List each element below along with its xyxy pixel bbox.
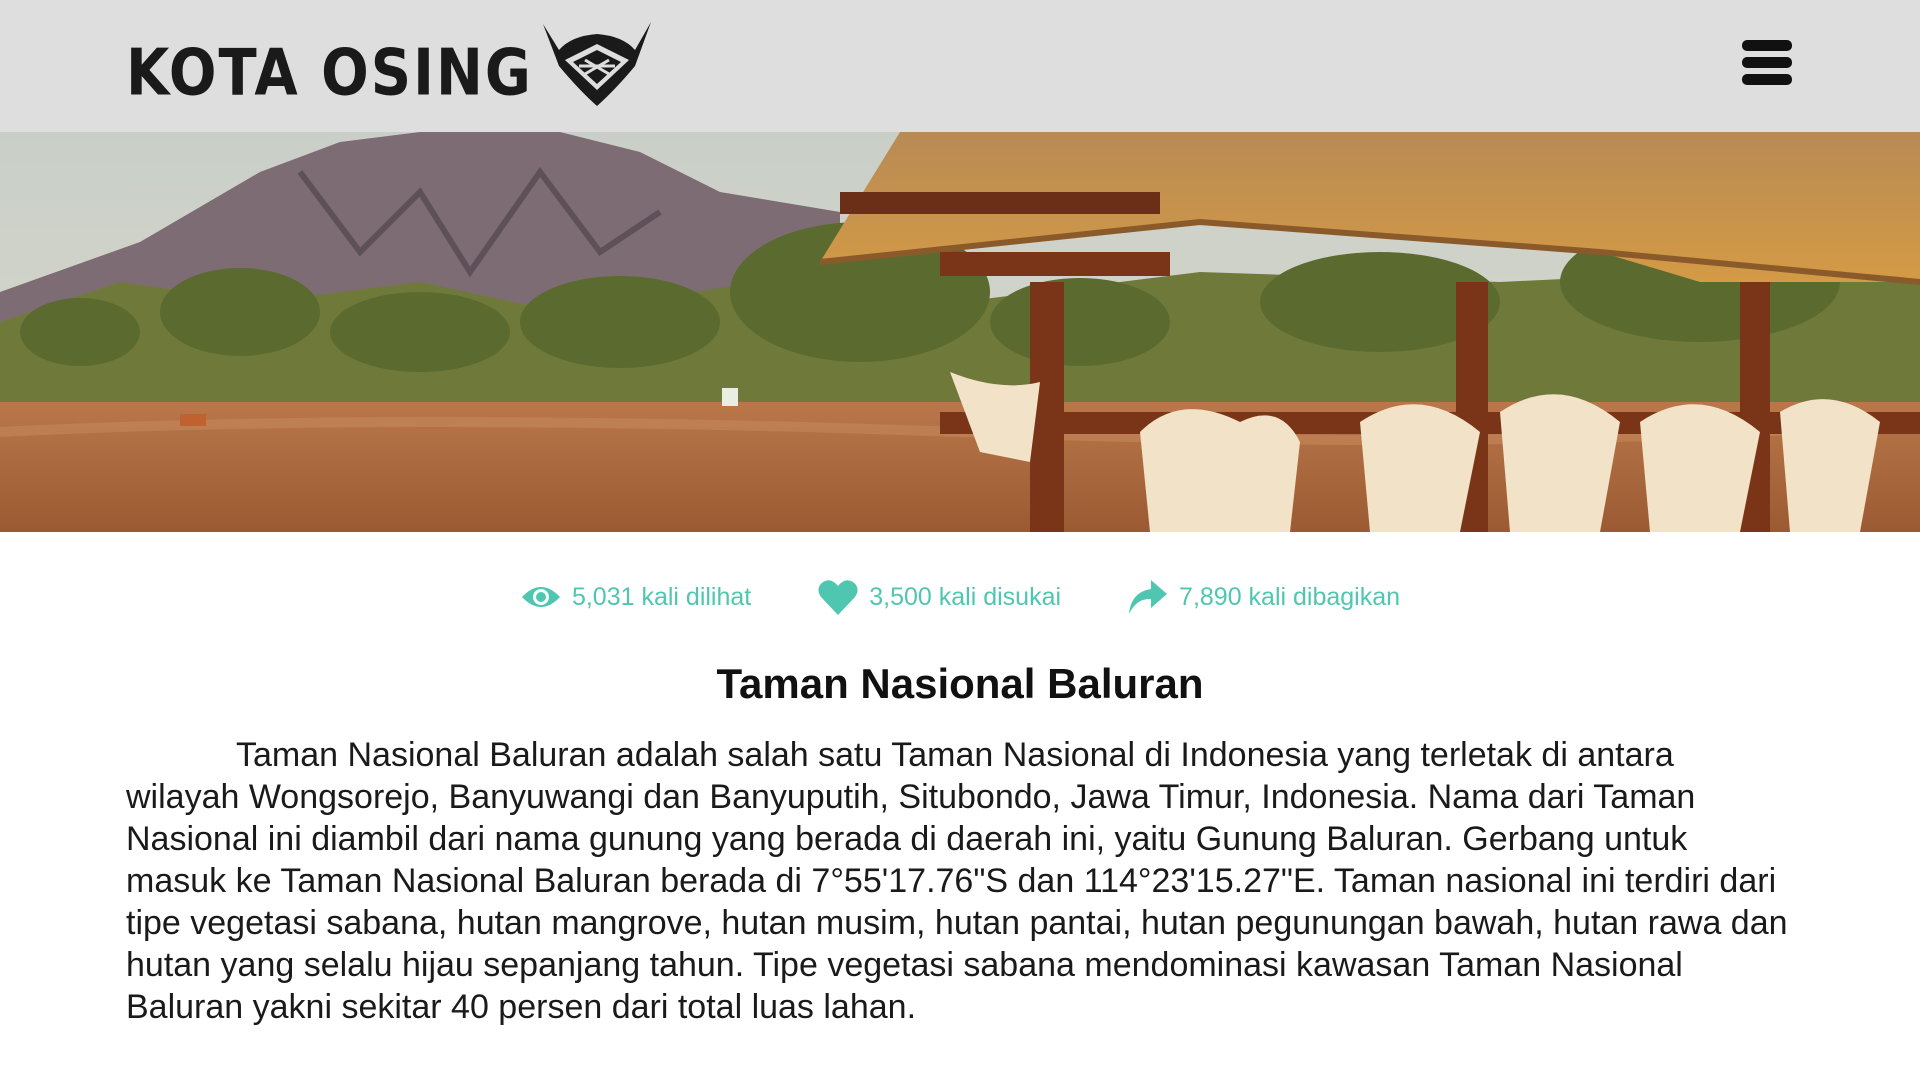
eye-icon xyxy=(521,587,560,607)
site-header: KOTA OSING xyxy=(0,0,1920,132)
stats-bar: 5,031 kali dilihat 3,500 kali disukai 7,… xyxy=(0,574,1920,620)
shares-stat[interactable]: 7,890 kali dibagikan xyxy=(1127,578,1400,616)
site-logo[interactable]: KOTA OSING xyxy=(126,22,655,112)
hero-image xyxy=(0,132,1920,532)
menu-bar xyxy=(1742,40,1792,51)
horned-helmet-logo-icon xyxy=(542,22,651,106)
likes-stat[interactable]: 3,500 kali disukai xyxy=(817,578,1061,616)
shares-count: 7,890 kali dibagikan xyxy=(1179,582,1401,611)
views-count: 5,031 kali dilihat xyxy=(571,582,752,611)
menu-bar xyxy=(1742,57,1792,68)
menu-button[interactable] xyxy=(1742,40,1796,88)
likes-count: 3,500 kali disukai xyxy=(869,582,1062,611)
views-stat: 5,031 kali dilihat xyxy=(520,583,751,612)
share-arrow-icon xyxy=(1129,580,1168,614)
article-title: Taman Nasional Baluran xyxy=(716,660,1204,707)
logo-text: KOTA OSING xyxy=(126,35,533,111)
article-body: Taman Nasional Baluran adalah salah satu… xyxy=(126,736,1788,1026)
heart-icon xyxy=(818,580,858,615)
menu-bar xyxy=(1742,74,1792,85)
hero-illustration xyxy=(0,132,1920,532)
